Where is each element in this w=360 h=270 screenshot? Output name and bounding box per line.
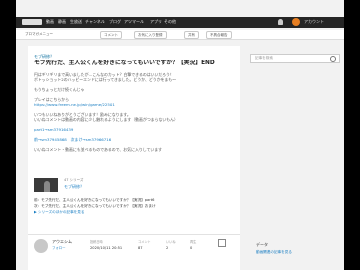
part1-link[interactable]: part1→sm37916439 [34,127,234,132]
body-line: ボトッショット2のハッピーエンドには行ってきました。どうか、どうかをまも～ [34,77,177,82]
series-name-link[interactable]: モブ研修？ [64,184,84,190]
nav-atsumaru[interactable]: アツマール [124,19,144,25]
nav-video[interactable]: 動画 [46,19,54,25]
grid-icon[interactable] [218,239,226,247]
body-line: いいねコメント・動画にも並べるものであるので、お気に入りしています [34,147,163,152]
sidebar-tag[interactable]: データ [256,242,268,248]
niconico-logo-icon[interactable] [22,19,42,25]
user-menu[interactable]: アカウント [304,19,324,25]
user-avatar[interactable] [292,18,300,26]
comment-button[interactable]: コメント [100,31,122,39]
series-label: 47 シリーズ [64,178,84,182]
nav-app[interactable]: アプリ [150,19,162,25]
series-box[interactable]: 47 シリーズ モブ研修？ [34,178,234,196]
stat-plays: 再生 0 [190,240,197,250]
nav-other[interactable]: その他 [164,19,176,25]
top-nav-bar: 動画 静画 生放送 チャンネル ブログ アツマール アプリ その他 アカウント [16,17,344,28]
game-link[interactable]: https://www.freem.ne.jp/win/game/22501 [34,102,234,107]
prev-article-link[interactable]: 前：モブ先行だ、主人公くんを好きになってもいいですか？【実況】part6 [34,198,154,203]
series-all-link[interactable]: ▶ シリーズのほかの記事を見る [34,210,84,215]
blomaga-menu[interactable]: ブロマガメニュー [22,31,56,37]
nav-channel[interactable]: チャンネル [85,19,105,25]
stat-comments: コメント 87 [138,240,151,250]
stat-date: 投稿日時 2020/10/11 20:51 [90,240,123,250]
nav-blog[interactable]: ブログ [109,19,121,25]
sidebar-tag-link[interactable]: 動画関連の記事を見る [256,250,292,255]
body-line: いいねコメントは動画の内容に少し触れるようにします（動画がつまらないもん） [34,117,178,122]
prev-next-links[interactable]: 前→sm37945868 次まけ→sm37966716 [34,137,234,142]
article-search-box[interactable]: 記事を検索 [250,54,340,63]
nav-live[interactable]: 生放送 [70,19,82,25]
article-title: モブ先行だ、主人公くんを好きになってもいいですか？【実況】END [34,60,215,66]
search-icon[interactable] [330,56,336,62]
notification-bell-icon[interactable] [278,19,283,25]
body-line: もうちょっとだけ続くんじゃ [34,87,85,92]
favorite-button[interactable]: お気に入り登録 [134,31,167,39]
stat-likes: いいね 2 [166,240,176,250]
report-button[interactable]: 不具合報告 [206,31,232,39]
follow-link[interactable]: フォロー [52,245,66,250]
browser-frame: 動画 静画 生放送 チャンネル ブログ アツマール アプリ その他 アカウント … [16,0,344,270]
series-thumbnail[interactable] [34,178,58,192]
share-button[interactable]: 共有 [184,31,199,39]
next-article-link[interactable]: 次：モブ先行だ、主人公くんを好きになってもいいですか？【実況】おまけ [34,204,156,209]
search-placeholder: 記事を検索 [255,56,273,60]
nav-seiga[interactable]: 静画 [58,19,66,25]
blomaga-toolbar: ブロマガメニュー コメント お気に入り登録 共有 不具合報告 [16,30,344,40]
author-avatar[interactable] [34,239,48,253]
author-panel: アウエシム フォロー 投稿日時 2020/10/11 20:51 コメント 87… [28,234,240,270]
